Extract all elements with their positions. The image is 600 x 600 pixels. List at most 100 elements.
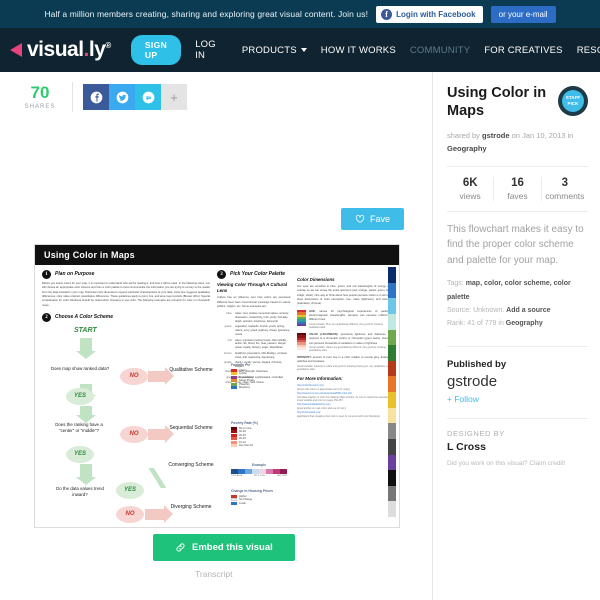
- flow-pill-yes-3: YES: [116, 481, 144, 499]
- legend-favorite-pie: Favorite Pie Cherry Lemon Boysenberry Sw…: [231, 363, 255, 390]
- nav-item-community[interactable]: COMMUNITY: [410, 45, 470, 56]
- stats-row: 6K views 16 faves 3 comments: [447, 176, 588, 201]
- facebook-share-button[interactable]: [83, 84, 109, 110]
- more-info-title: For More Information:: [297, 375, 343, 381]
- twitter-share-button[interactable]: [109, 84, 135, 110]
- page-title: Using Color in Maps: [447, 85, 547, 120]
- flow-pill-yes-2: YES: [66, 445, 94, 463]
- rank-row: Rank: 41 of 779 in Geography: [447, 320, 543, 328]
- dimension-intensity: INTENSITY: amount of pure hue in a color…: [297, 356, 392, 372]
- divider: [447, 165, 588, 167]
- shared-by-user[interactable]: gstrode: [482, 131, 510, 140]
- visually-logo[interactable]: visual.ly®: [10, 38, 111, 62]
- dimension-hue: HUE: names for psychological experiences…: [297, 309, 392, 330]
- heart-icon: [355, 215, 365, 223]
- color-dimensions-column: Color Dimensions Our eyes are sensitive …: [297, 270, 392, 526]
- flow-arrow-right: [145, 504, 173, 523]
- chevron-down-icon: [300, 48, 307, 52]
- stat-faves: 16 faves: [494, 176, 542, 201]
- fave-button[interactable]: Fave: [340, 208, 404, 230]
- value-swatches: [297, 332, 306, 353]
- flow-arrow-down: [76, 337, 96, 359]
- share-count-label: SHARES: [24, 104, 56, 110]
- flow-start-label: START: [74, 326, 97, 334]
- color-meaning-row: red: warm, important (notice) levels, oft…: [227, 338, 288, 350]
- login-button[interactable]: LOG IN: [195, 39, 216, 61]
- main-navbar: visual.ly® SIGN UP LOG IN PRODUCTS HOW I…: [0, 28, 600, 72]
- divider: [447, 346, 588, 348]
- infographic-title: Using Color in Maps: [35, 245, 399, 265]
- details-sidebar: Using Color in Maps STAFF PICK shared by…: [432, 72, 600, 600]
- resource-link-item: http://colorbrewer2.org/(assist with col…: [297, 384, 350, 392]
- transcript-link[interactable]: Transcript: [195, 569, 232, 579]
- nav-item-for-creatives[interactable]: FOR CREATIVES: [484, 45, 562, 56]
- flow-arrow-down: [76, 463, 96, 485]
- play-triangle-icon: [10, 43, 22, 57]
- flow-pill-no-2: NO: [120, 425, 148, 443]
- add-source-link[interactable]: Add a source: [506, 307, 550, 314]
- intensity-body: amount of pure hue in a color relative t…: [297, 356, 392, 364]
- nav-item-how-it-works[interactable]: HOW IT WORKS: [321, 45, 396, 56]
- flow-result-qualitative: Qualitative Scheme: [169, 366, 213, 373]
- designer-name[interactable]: L Cross: [447, 441, 588, 453]
- value-label: VALUE (LIGHTNESS):: [309, 332, 339, 336]
- section-2-header: 2 Choose A Color Scheme: [42, 312, 210, 322]
- flow-arrow-down: [76, 405, 96, 423]
- promo-bar: Half a million members creating, sharing…: [0, 0, 600, 28]
- section-number: 3: [217, 270, 226, 279]
- resource-link-item: http://www.disabledinfo1.com (great artic…: [297, 402, 346, 410]
- color-dimensions-title: Color Dimensions: [297, 277, 335, 282]
- more-share-button[interactable]: +: [161, 84, 187, 110]
- nav-links: PRODUCTS HOW IT WORKS COMMUNITY FOR CREA…: [242, 45, 600, 56]
- promo-text: Half a million members creating, sharing…: [44, 9, 369, 19]
- color-meaning-row: green: vegetation, lowlands, forests, you…: [224, 325, 290, 337]
- facebook-login-button[interactable]: f Login with Facebook: [376, 5, 483, 23]
- tags-value[interactable]: map, color, color scheme, color palette: [447, 280, 571, 300]
- share-count: 70 SHARES: [18, 84, 62, 110]
- hue-label: HUE:: [309, 309, 316, 313]
- converging-color-bar: [231, 468, 287, 474]
- flow-question-1: Does map show ranked data?: [50, 365, 110, 371]
- color-meaning-row: blue: water, cool, positive numerical val…: [226, 312, 289, 324]
- section-title: Pick Your Color Palette: [230, 270, 286, 277]
- link-icon: [176, 543, 185, 552]
- share-bar: 70 SHARES +: [0, 72, 432, 112]
- flow-arrow-diagonal: [145, 467, 167, 488]
- infographic-left-column: 1 Plan on Purpose Before you select colo…: [42, 270, 214, 526]
- flow-result-diverging: Diverging Scheme: [170, 503, 212, 510]
- flow-arrow-right: [148, 424, 174, 443]
- embed-label: Embed this visual: [192, 542, 273, 553]
- nav-item-resources[interactable]: RESOURCES: [577, 45, 600, 56]
- section-number: 2: [42, 312, 51, 322]
- embed-button[interactable]: Embed this visual: [153, 534, 295, 561]
- flow-pill-yes-1: YES: [66, 387, 94, 405]
- legend-housing-prices: Change in Housing Prices Higher No Chang…: [231, 489, 274, 505]
- dimension-value: VALUE (LIGHTNESS): perceived lightness a…: [297, 332, 392, 353]
- color-meaning-row: brown: landforms (mountains, hills &helli…: [224, 351, 288, 359]
- resource-link-item: http://colorwash.org/(application that v…: [297, 410, 381, 418]
- main-column: 70 SHARES + Fave Using Color in Maps 1 P…: [0, 72, 432, 600]
- rank-category-link[interactable]: Geography: [506, 320, 543, 327]
- source-row: Source: Unknown. Add a source: [447, 306, 551, 314]
- follow-button[interactable]: + Follow: [447, 394, 588, 404]
- legend-converging-example: Example 100% BLUE SPLIT 50/50 100% RED: [231, 463, 287, 477]
- reddit-share-button[interactable]: [135, 84, 161, 110]
- nav-item-products[interactable]: PRODUCTS: [242, 45, 307, 56]
- signup-button[interactable]: SIGN UP: [130, 35, 182, 65]
- staff-pick-label: STAFF PICK: [562, 90, 584, 112]
- color-scheme-flowchart: START Does map show ranked data? NO Qual…: [42, 326, 214, 526]
- flow-question-2: Does the ranking have a “center” or “mid…: [55, 421, 103, 434]
- claim-credit-link[interactable]: Did you work on this visual? Claim credi…: [447, 460, 588, 467]
- facebook-login-label: Login with Facebook: [396, 9, 476, 19]
- shared-category-link[interactable]: Geography: [447, 144, 487, 153]
- section-1-header: 1 Plan on Purpose: [42, 270, 210, 279]
- publisher-name[interactable]: gstrode: [447, 373, 588, 390]
- infographic-image[interactable]: Using Color in Maps 1 Plan on Purpose Be…: [34, 244, 400, 528]
- staff-pick-badge: STAFF PICK: [558, 86, 588, 116]
- email-signup-button[interactable]: or your e-mail: [490, 5, 556, 23]
- flow-question-3: Do the data values trend inward?: [56, 485, 104, 498]
- share-count-number: 70: [30, 83, 50, 102]
- share-buttons: +: [83, 84, 187, 110]
- designed-by-label: DESIGNED BY: [447, 429, 505, 439]
- palette-culture-column: 3 Pick Your Color Palette Viewing Color …: [217, 270, 291, 526]
